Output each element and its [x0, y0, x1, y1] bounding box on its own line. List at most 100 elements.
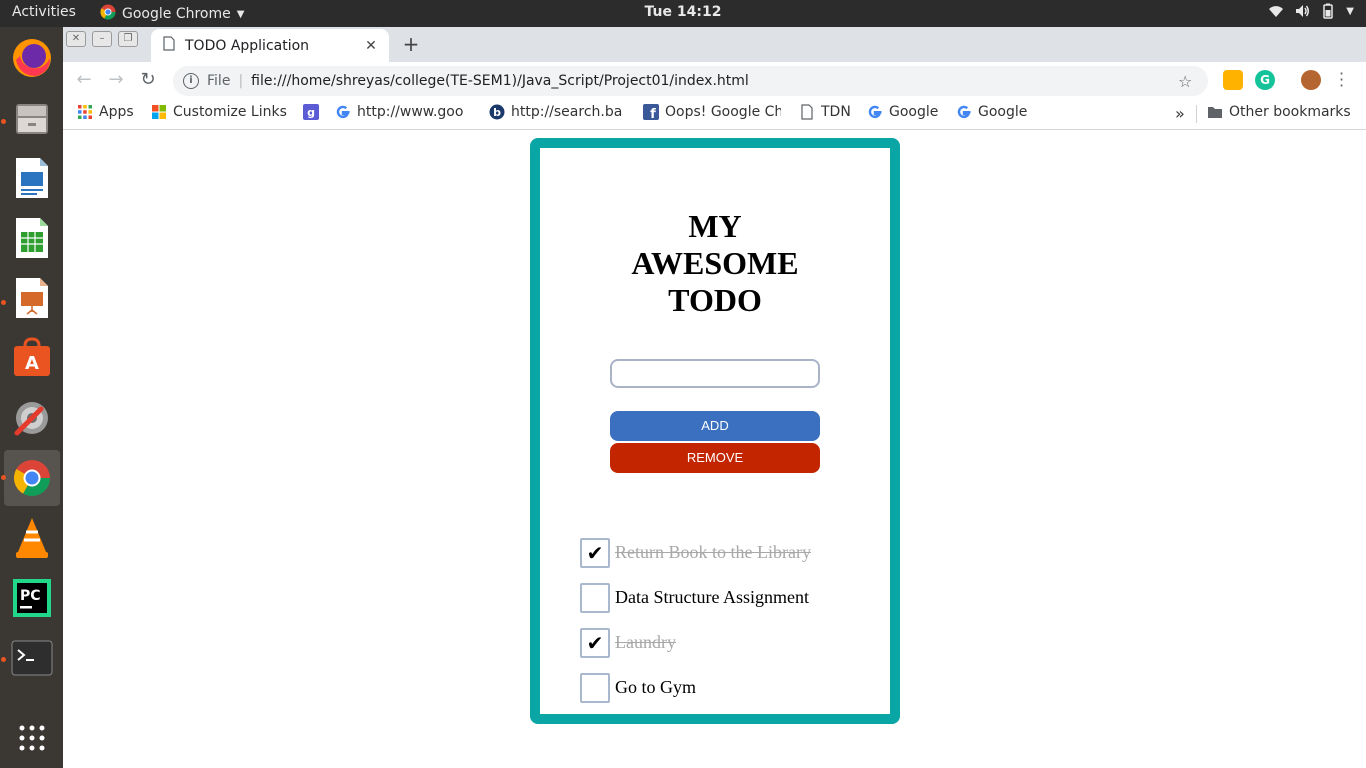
back-button[interactable]: ← [71, 68, 97, 94]
software-center-launcher[interactable]: A [4, 330, 60, 386]
todo-checkbox[interactable]: ✔ [580, 627, 610, 658]
list-item: ✔ Laundry [580, 627, 870, 658]
running-indicator [1, 475, 6, 480]
bookmark-label: Customize Links [173, 104, 287, 120]
bookmark-tdn[interactable]: TDN [799, 104, 851, 120]
tab-close-icon[interactable]: ✕ [359, 38, 383, 54]
bookmark-search-ba[interactable]: b http://search.ba [489, 104, 625, 120]
tab-title: TODO Application [185, 37, 310, 54]
todo-checkbox[interactable]: ✔ [580, 537, 610, 568]
list-item: ✔ Return Book to the Library [580, 537, 870, 568]
calc-launcher[interactable] [4, 210, 60, 266]
pycharm-icon: PC [13, 579, 51, 617]
terminal-launcher[interactable] [4, 630, 60, 686]
bookmark-label: http://search.ba [511, 104, 623, 120]
bookmark-label: Apps [99, 104, 134, 120]
svg-text:PC: PC [20, 588, 41, 604]
wifi-icon [1268, 3, 1284, 19]
todo-checkbox[interactable] [580, 672, 610, 703]
forward-button[interactable]: → [103, 68, 129, 94]
system-tray[interactable]: ▼ [1268, 3, 1354, 19]
bookmark-oops-google[interactable]: f Oops! Google Ch [643, 104, 781, 120]
bookmark-label: Other bookmarks [1229, 104, 1351, 120]
g-square-icon: g [303, 104, 319, 120]
bookmark-label: http://www.goo [357, 104, 464, 120]
chrome-window: ✕ – ❐ TODO Application ✕ + ← → ↻ i File … [63, 27, 1366, 768]
bookmark-label: Google [889, 104, 939, 120]
settings-launcher[interactable] [4, 390, 60, 446]
folder-icon [1208, 107, 1222, 118]
remove-button[interactable]: REMOVE [610, 443, 820, 473]
grammarly-icon[interactable]: G [1255, 70, 1275, 90]
browser-toolbar: ← → ↻ i File | file:///home/shreyas/coll… [63, 62, 1366, 99]
app-menu[interactable]: Google Chrome ▼ [100, 4, 244, 24]
avatar[interactable] [1301, 70, 1321, 90]
google-g-icon [957, 105, 971, 119]
chrome-launcher[interactable] [4, 450, 60, 506]
chrome-icon [13, 460, 51, 497]
settings-icon [14, 402, 48, 436]
omnibox-divider: | [238, 73, 244, 89]
tab-todo-application[interactable]: TODO Application ✕ [151, 29, 389, 62]
url-text[interactable]: file:///home/shreyas/college(TE-SEM1)/Ja… [251, 73, 1178, 89]
clock[interactable]: Tue 14:12 [645, 4, 722, 20]
bookmark-google-1[interactable]: Google [867, 104, 938, 120]
bookmark-google-www[interactable]: http://www.goo [335, 104, 471, 120]
reload-button[interactable]: ↻ [135, 68, 161, 94]
google-g-icon [336, 105, 350, 119]
gnome-top-bar: Activities Google Chrome ▼ Tue 14:12 ▼ [0, 0, 1366, 27]
writer-launcher[interactable] [4, 150, 60, 206]
chrome-menu-icon[interactable]: · · · [1339, 66, 1344, 94]
bookmark-google-2[interactable]: Google [956, 104, 1027, 120]
new-tab-button[interactable]: + [399, 33, 423, 57]
software-center-icon: A [14, 337, 50, 376]
b-circle-icon: b [489, 104, 505, 120]
volume-icon [1294, 3, 1310, 19]
pycharm-launcher[interactable]: PC [4, 570, 60, 626]
todo-checkbox[interactable] [580, 582, 610, 613]
facebook-icon: f [643, 104, 659, 120]
files-icon [16, 104, 48, 134]
activities-button[interactable]: Activities [12, 4, 76, 20]
address-bar[interactable]: i File | file:///home/shreyas/college(TE… [173, 66, 1208, 96]
todo-card: MY AWESOME TODO ADD REMOVE ✔ Return Book… [530, 138, 900, 724]
bookmark-label: TDN [821, 104, 851, 120]
bookmark-g-square[interactable]: g [303, 104, 319, 120]
bookmarks-overflow-button[interactable]: » [1175, 104, 1185, 123]
firefox-icon [13, 39, 51, 77]
show-apps-button[interactable] [4, 710, 60, 766]
impress-icon [16, 278, 48, 318]
todo-item-text: Return Book to the Library [615, 542, 811, 562]
svg-text:b: b [493, 106, 501, 119]
vlc-launcher[interactable] [4, 510, 60, 566]
windows-icon [152, 105, 166, 119]
extension-icon[interactable] [1223, 70, 1243, 90]
info-icon[interactable]: i [183, 73, 199, 89]
show-apps-icon [19, 725, 45, 751]
bookmark-star-icon[interactable]: ☆ [1178, 72, 1198, 91]
window-minimize-button[interactable]: – [92, 31, 112, 47]
calc-icon [16, 218, 48, 258]
chrome-small-icon [100, 4, 116, 24]
bookmark-apps[interactable]: Apps [77, 104, 134, 120]
list-item: Go to Gym [580, 672, 870, 703]
todo-input[interactable] [610, 359, 820, 388]
add-button[interactable]: ADD [610, 411, 820, 441]
window-maximize-button[interactable]: ❐ [118, 31, 138, 47]
vlc-icon [16, 518, 48, 558]
bookmark-customize-links[interactable]: Customize Links [151, 104, 287, 120]
svg-text:f: f [650, 107, 656, 120]
firefox-launcher[interactable] [4, 30, 60, 86]
impress-launcher[interactable] [4, 270, 60, 326]
window-close-button[interactable]: ✕ [66, 31, 86, 47]
files-launcher[interactable] [4, 90, 60, 146]
bookmark-label: Oops! Google Ch [665, 104, 781, 120]
apps-grid-icon [78, 105, 92, 119]
app-menu-label: Google Chrome [122, 6, 231, 22]
svg-text:A: A [25, 353, 39, 374]
page-title: MY AWESOME TODO [540, 208, 890, 319]
tab-strip: ✕ – ❐ TODO Application ✕ + [63, 27, 1366, 62]
title-line: TODO [668, 282, 762, 318]
other-bookmarks-folder[interactable]: Other bookmarks [1207, 104, 1351, 120]
google-g-icon [868, 105, 882, 119]
